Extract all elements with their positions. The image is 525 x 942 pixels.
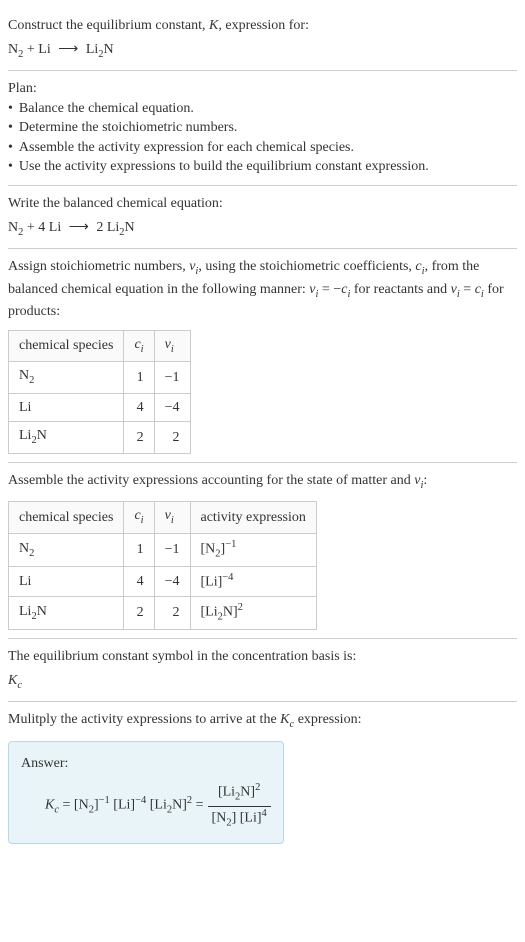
cell-activity: [N2]−1 (190, 533, 316, 566)
kc-expression: Kc = [N2]−1 [Li]−4 [Li2N]2 = [Li2N]2 [N2… (21, 781, 271, 830)
activity-section: Assemble the activity expressions accoun… (8, 463, 517, 640)
stoich-text: Assign stoichiometric numbers, νi, using… (8, 257, 517, 322)
cell-species: Li2N (9, 422, 124, 453)
table-row: Li 4 −4 [Li]−4 (9, 566, 317, 596)
plan-title: Plan: (8, 79, 517, 99)
multiply-text: Mulitply the activity expressions to arr… (8, 710, 517, 732)
multiply-section: Mulitply the activity expressions to arr… (8, 702, 517, 851)
plan-item: •Balance the chemical equation. (8, 99, 517, 119)
cell-activity: [Li2N]2 (190, 597, 316, 630)
li: Li (49, 220, 61, 235)
table-row: N2 1 −1 [N2]−1 (9, 533, 317, 566)
col-species: chemical species (9, 330, 124, 361)
col-activity: activity expression (190, 502, 316, 533)
cell-ci: 1 (124, 362, 154, 393)
unbalanced-equation: N2 + Li ⟶ Li2N (8, 40, 517, 62)
cell-ci: 2 (124, 597, 154, 630)
balanced-equation: N2 + 4 Li ⟶ 2 Li2N (8, 218, 517, 240)
n2: N2 (8, 42, 23, 57)
table-header-row: chemical species ci νi activity expressi… (9, 502, 317, 533)
plan-section: Plan: •Balance the chemical equation. •D… (8, 71, 517, 186)
table-row: N2 1 −1 (9, 362, 191, 393)
kc-symbol: Kc (8, 671, 517, 693)
intro-text: Construct the equilibrium constant, K, e… (8, 16, 517, 36)
activity-table: chemical species ci νi activity expressi… (8, 501, 317, 630)
li2n: Li2N (86, 42, 114, 57)
intro-prefix: Construct the equilibrium constant, (8, 18, 209, 33)
cell-nui: −1 (154, 362, 190, 393)
n2: N2 (8, 220, 23, 235)
table-row: Li 4 −4 (9, 393, 191, 422)
cell-ci: 4 (124, 393, 154, 422)
activity-text: Assemble the activity expressions accoun… (8, 471, 517, 493)
plan-item: •Assemble the activity expression for ea… (8, 138, 517, 158)
cell-species: N2 (9, 362, 124, 393)
col-ci: ci (124, 502, 154, 533)
balanced-section: Write the balanced chemical equation: N2… (8, 186, 517, 249)
numerator: [Li2N]2 (208, 781, 271, 806)
stoich-table: chemical species ci νi N2 1 −1 Li 4 −4 L… (8, 330, 191, 454)
balanced-title: Write the balanced chemical equation: (8, 194, 517, 214)
arrow-icon: ⟶ (58, 40, 78, 60)
cell-nui: −4 (154, 566, 190, 596)
plan-item: •Determine the stoichiometric numbers. (8, 118, 517, 138)
col-species: chemical species (9, 502, 124, 533)
col-nui: νi (154, 330, 190, 361)
cell-ci: 4 (124, 566, 154, 596)
k-symbol: K (209, 18, 218, 33)
table-row: Li2N 2 2 (9, 422, 191, 453)
plan-item: •Use the activity expressions to build t… (8, 157, 517, 177)
li: Li (38, 42, 50, 57)
denominator: [N2] [Li]4 (208, 807, 271, 831)
intro-suffix: , expression for: (218, 18, 309, 33)
cell-species: Li2N (9, 597, 124, 630)
cell-ci: 2 (124, 422, 154, 453)
table-header-row: chemical species ci νi (9, 330, 191, 361)
cell-nui: −4 (154, 393, 190, 422)
cell-nui: 2 (154, 422, 190, 453)
col-ci: ci (124, 330, 154, 361)
li2n: Li2N (107, 220, 135, 235)
symbol-section: The equilibrium constant symbol in the c… (8, 639, 517, 702)
fraction: [Li2N]2 [N2] [Li]4 (208, 781, 271, 830)
cell-ci: 1 (124, 533, 154, 566)
table-row: Li2N 2 2 [Li2N]2 (9, 597, 317, 630)
answer-label: Answer: (21, 754, 271, 774)
stoich-section: Assign stoichiometric numbers, νi, using… (8, 249, 517, 463)
cell-species: N2 (9, 533, 124, 566)
bullet-icon: • (8, 99, 13, 119)
cell-activity: [Li]−4 (190, 566, 316, 596)
cell-species: Li (9, 566, 124, 596)
cell-nui: −1 (154, 533, 190, 566)
symbol-text: The equilibrium constant symbol in the c… (8, 647, 517, 667)
col-nui: νi (154, 502, 190, 533)
answer-box: Answer: Kc = [N2]−1 [Li]−4 [Li2N]2 = [Li… (8, 741, 284, 844)
plan-list: •Balance the chemical equation. •Determi… (8, 99, 517, 177)
bullet-icon: • (8, 157, 13, 177)
arrow-icon: ⟶ (69, 218, 89, 238)
cell-species: Li (9, 393, 124, 422)
bullet-icon: • (8, 138, 13, 158)
cell-nui: 2 (154, 597, 190, 630)
bullet-icon: • (8, 118, 13, 138)
intro-section: Construct the equilibrium constant, K, e… (8, 8, 517, 71)
